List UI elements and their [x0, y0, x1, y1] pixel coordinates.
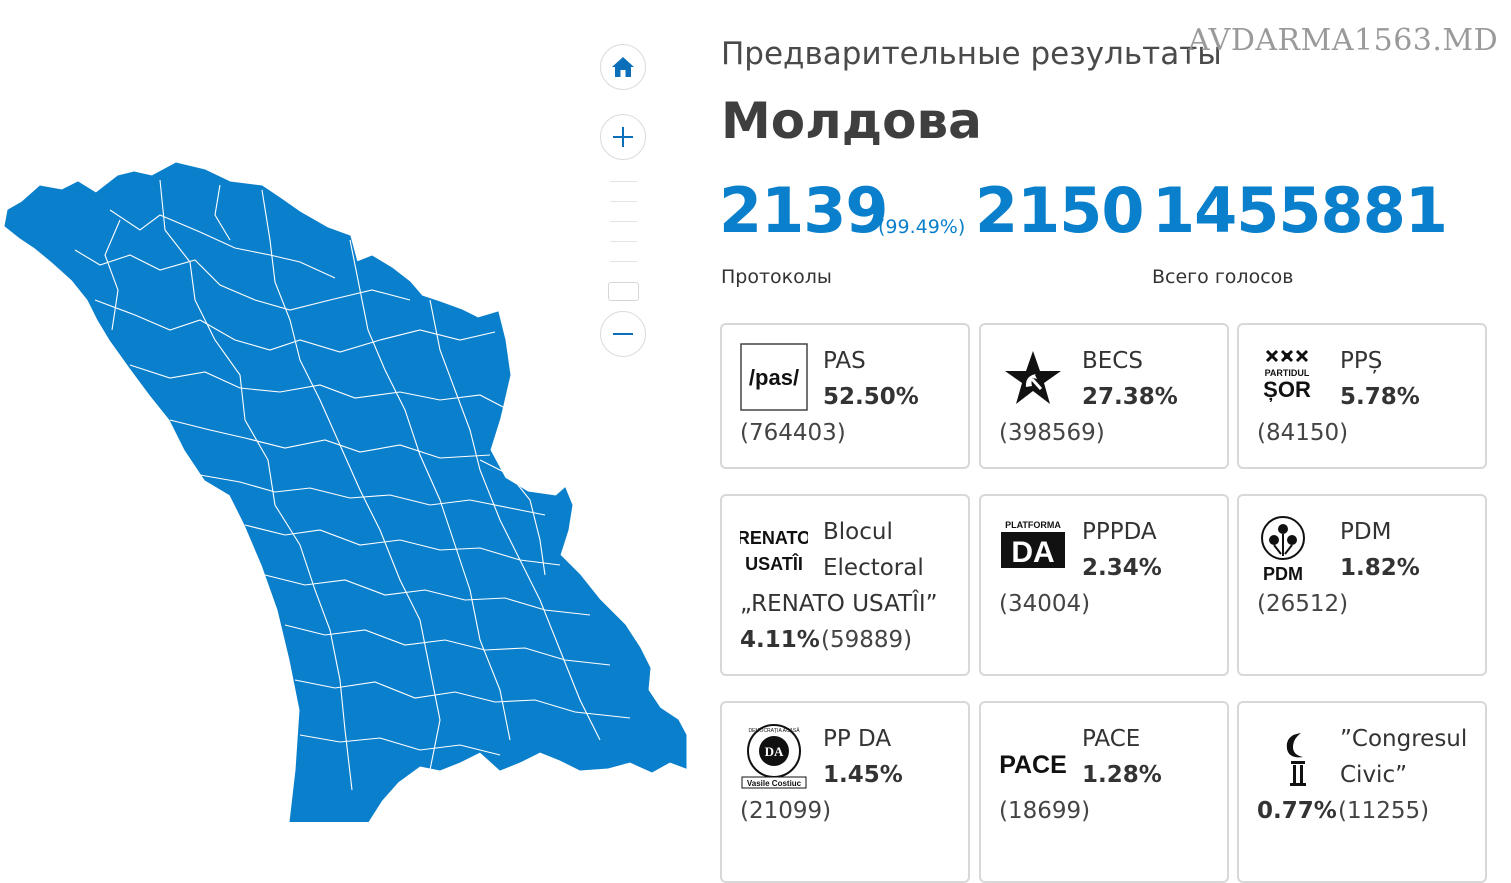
pdm-rose-logo: PDM: [1257, 514, 1325, 584]
svg-text:PDM: PDM: [1263, 564, 1303, 582]
moldova-map[interactable]: [0, 0, 690, 822]
party-name-line2: Civic”: [1340, 762, 1408, 788]
svg-text:DA: DA: [765, 744, 784, 759]
total-votes: 1455881: [1152, 174, 1448, 247]
party-percent: 5.78%: [1340, 384, 1420, 410]
party-name: PPPDA: [1082, 519, 1157, 545]
party-percent: 1.28%: [1082, 762, 1162, 788]
zoom-scale-tick: [610, 221, 637, 222]
party-card-pas[interactable]: /pas/ PAS 52.50% (764403): [720, 323, 970, 469]
party-votes: (59889): [821, 627, 913, 653]
zoom-slider-handle[interactable]: [608, 282, 639, 301]
star-hammer-sickle-logo: [999, 343, 1067, 411]
party-percent: 27.38%: [1082, 384, 1178, 410]
zoom-scale-tick: [610, 181, 637, 182]
zoom-out-button[interactable]: [600, 311, 646, 357]
party-votes: (398569): [999, 420, 1105, 446]
party-name: BECS: [1082, 348, 1143, 374]
party-votes: (84150): [1257, 420, 1349, 446]
home-icon: [612, 57, 634, 77]
partidul-sor-logo: PARTIDUL ȘOR: [1257, 343, 1325, 411]
protocols-total: 2150: [975, 174, 1145, 247]
party-name: PP DA: [823, 726, 892, 752]
party-percent: 1.82%: [1340, 555, 1420, 581]
party-name: PDM: [1340, 519, 1392, 545]
party-card-pace[interactable]: PACE PACE 1.28% (18699): [979, 701, 1229, 883]
party-name: PAS: [823, 348, 866, 374]
svg-text:PLATFORMA: PLATFORMA: [1005, 520, 1061, 530]
page-subtitle: Предварительные результаты: [721, 36, 1222, 72]
votes-label: Всего голосов: [1152, 266, 1294, 288]
party-votes: (34004): [999, 591, 1091, 617]
party-card-becs[interactable]: BECS 27.38% (398569): [979, 323, 1229, 469]
party-percent: 52.50%: [823, 384, 919, 410]
protocols-counted: 2139: [719, 174, 889, 247]
party-percent: 2.34%: [1082, 555, 1162, 581]
zoom-scale-tick: [610, 201, 637, 202]
party-card-renato-usatii[interactable]: RENATO USATÎI Blocul Electoral „RENATO U…: [720, 494, 970, 676]
party-card-pdm[interactable]: PDM PDM 1.82% (26512): [1237, 494, 1487, 676]
page-title: Молдова: [721, 92, 982, 150]
home-button[interactable]: [600, 44, 646, 90]
svg-text:DEMOCRAȚIA ACASĂ: DEMOCRAȚIA ACASĂ: [748, 727, 800, 734]
party-votes: (18699): [999, 798, 1091, 824]
svg-text:Vasile Costiuc: Vasile Costiuc: [747, 779, 802, 788]
svg-text:ȘOR: ȘOR: [1263, 377, 1311, 402]
party-percent: 1.45%: [823, 762, 903, 788]
party-percent: 0.77%: [1257, 798, 1337, 824]
party-name: PACE: [1082, 726, 1141, 752]
party-card-pppda[interactable]: PLATFORMA DA PPPDA 2.34% (34004): [979, 494, 1229, 676]
party-name-line3: „RENATO USATÎI”: [740, 591, 938, 617]
svg-text:PACE: PACE: [999, 751, 1067, 779]
svg-text:RENATO: RENATO: [740, 528, 808, 548]
map-panel[interactable]: [0, 0, 690, 822]
zoom-scale-tick: [610, 241, 637, 242]
party-votes: (26512): [1257, 591, 1349, 617]
zoom-scale-tick: [610, 261, 637, 262]
party-votes: (764403): [740, 420, 846, 446]
party-card-pps[interactable]: PARTIDUL ȘOR PPȘ 5.78% (84150): [1237, 323, 1487, 469]
zoom-in-icon: [613, 127, 633, 147]
party-card-congresul-civic[interactable]: ”Congresul Civic” 0.77% (11255): [1237, 701, 1487, 883]
svg-text:DA: DA: [1011, 536, 1054, 569]
party-votes: (21099): [740, 798, 832, 824]
party-name: PPȘ: [1340, 348, 1383, 374]
party-votes: (11255): [1338, 798, 1430, 824]
protocols-percent: (99.49%): [878, 216, 966, 238]
watermark: AVDARMA1563.MD: [1188, 23, 1499, 58]
party-card-pp-da[interactable]: DA DEMOCRAȚIA ACASĂ Vasile Costiuc PP DA…: [720, 701, 970, 883]
renato-usatii-logo: RENATO USATÎI: [737, 514, 811, 582]
democratia-acasa-logo: DA DEMOCRAȚIA ACASĂ Vasile Costiuc: [740, 721, 808, 789]
party-percent: 4.11%: [740, 627, 820, 653]
pace-logo: PACE: [999, 721, 1067, 789]
party-name-line2: Electoral: [823, 555, 924, 581]
svg-text:USATÎI: USATÎI: [745, 553, 803, 574]
pas-logo: /pas/: [740, 343, 808, 411]
congresul-civic-logo: [1257, 721, 1325, 789]
party-name-line1: Blocul: [823, 519, 893, 545]
zoom-out-icon: [613, 333, 633, 335]
svg-text:/pas/: /pas/: [749, 365, 799, 390]
party-name-line1: ”Congresul: [1340, 726, 1468, 752]
protocols-label: Протоколы: [721, 266, 832, 288]
zoom-in-button[interactable]: [600, 114, 646, 160]
platforma-da-logo: PLATFORMA DA: [999, 514, 1067, 582]
